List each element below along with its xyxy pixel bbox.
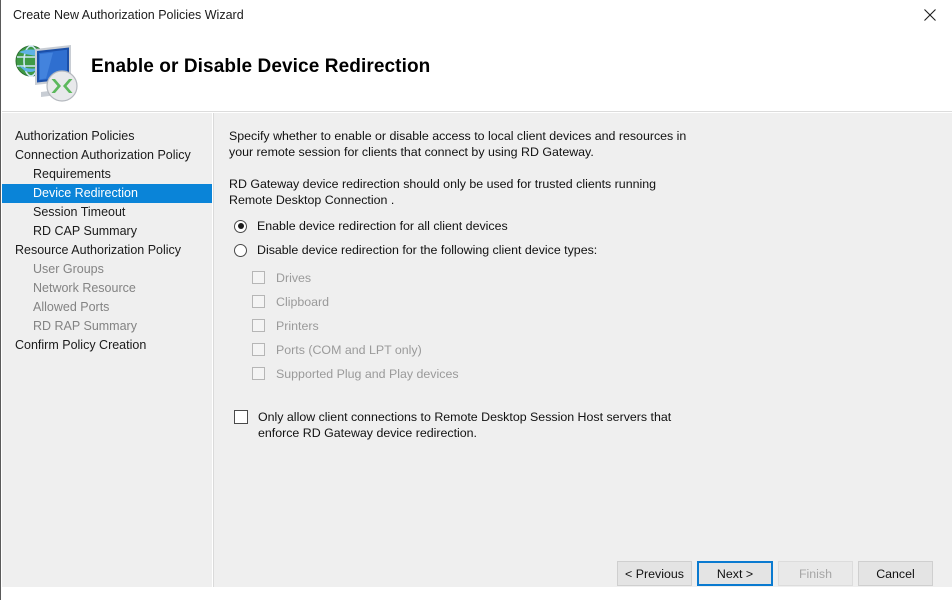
sidebar-item-label: Device Redirection — [2, 184, 213, 203]
sidebar-item-label: Allowed Ports — [2, 298, 213, 317]
sidebar-item-network-resource: Network Resource — [2, 279, 213, 298]
title-bar: Create New Authorization Policies Wizard — [1, 0, 952, 31]
checkbox-plug-and-play-box — [252, 367, 265, 380]
checkbox-plug-and-play-label: Supported Plug and Play devices — [276, 367, 459, 381]
close-button[interactable] — [907, 0, 952, 30]
sidebar-item-label: Confirm Policy Creation — [2, 336, 213, 355]
checkbox-ports: Ports (COM and LPT only) — [252, 341, 422, 358]
radio-disable-redirection[interactable]: Disable device redirection for the follo… — [234, 241, 597, 259]
radio-disable-indicator — [234, 244, 247, 257]
sidebar-item-device-redirection[interactable]: Device Redirection — [2, 184, 213, 203]
radio-enable-label: Enable device redirection for all client… — [257, 219, 508, 233]
sidebar-item-label: Session Timeout — [2, 203, 213, 222]
checkbox-clipboard-label: Clipboard — [276, 295, 329, 309]
wizard-window: Create New Authorization Policies Wizard — [0, 0, 952, 600]
sidebar-item-label: Authorization Policies — [2, 127, 213, 146]
checkbox-drives-box — [252, 271, 265, 284]
sidebar-item-user-groups: User Groups — [2, 260, 213, 279]
checkbox-plug-and-play: Supported Plug and Play devices — [252, 365, 459, 382]
sidebar-item-label: Resource Authorization Policy — [2, 241, 213, 260]
sidebar-item-requirements[interactable]: Requirements — [2, 165, 213, 184]
finish-button: Finish — [778, 561, 853, 586]
checkbox-clipboard-box — [252, 295, 265, 308]
wizard-steps-sidebar: Authorization Policies Connection Author… — [2, 113, 212, 587]
wizard-header: Enable or Disable Device Redirection — [2, 31, 952, 112]
sidebar-item-connection-authorization-policy[interactable]: Connection Authorization Policy — [2, 146, 213, 165]
checkbox-printers-label: Printers — [276, 319, 319, 333]
content-pane: Specify whether to enable or disable acc… — [214, 113, 952, 587]
window-title: Create New Authorization Policies Wizard — [13, 8, 244, 22]
radio-enable-redirection[interactable]: Enable device redirection for all client… — [234, 217, 508, 235]
footer-separator — [213, 587, 952, 588]
sidebar-item-resource-authorization-policy[interactable]: Resource Authorization Policy — [2, 241, 213, 260]
intro-paragraph-1: Specify whether to enable or disable acc… — [229, 128, 699, 160]
intro-paragraph-2: RD Gateway device redirection should onl… — [229, 176, 699, 208]
sidebar-item-authorization-policies[interactable]: Authorization Policies — [2, 127, 213, 146]
sidebar-item-label: Connection Authorization Policy — [2, 146, 213, 165]
checkbox-printers: Printers — [252, 317, 319, 334]
page-title: Enable or Disable Device Redirection — [91, 56, 430, 78]
sidebar-item-session-timeout[interactable]: Session Timeout — [2, 203, 213, 222]
checkbox-clipboard: Clipboard — [252, 293, 329, 310]
sidebar-item-label: User Groups — [2, 260, 213, 279]
body-area: Authorization Policies Connection Author… — [2, 113, 952, 587]
cancel-button[interactable]: Cancel — [858, 561, 933, 586]
checkbox-printers-box — [252, 319, 265, 332]
checkbox-ports-label: Ports (COM and LPT only) — [276, 343, 422, 357]
checkbox-enforce-redirection-box — [234, 410, 248, 424]
sidebar-item-rd-rap-summary: RD RAP Summary — [2, 317, 213, 336]
sidebar-item-rd-cap-summary[interactable]: RD CAP Summary — [2, 222, 213, 241]
sidebar-item-label: RD CAP Summary — [2, 222, 213, 241]
checkbox-enforce-redirection-label: Only allow client connections to Remote … — [258, 409, 690, 441]
close-icon — [923, 8, 937, 22]
checkbox-enforce-redirection[interactable]: Only allow client connections to Remote … — [234, 409, 694, 441]
radio-disable-label: Disable device redirection for the follo… — [257, 243, 597, 257]
sidebar-item-allowed-ports: Allowed Ports — [2, 298, 213, 317]
sidebar-item-label: Requirements — [2, 165, 213, 184]
next-button[interactable]: Next > — [697, 561, 773, 586]
sidebar-item-label: RD RAP Summary — [2, 317, 213, 336]
previous-button[interactable]: < Previous — [617, 561, 692, 586]
checkbox-drives-label: Drives — [276, 271, 311, 285]
radio-enable-indicator — [234, 220, 247, 233]
rd-gateway-globe-monitor-icon — [13, 37, 83, 105]
checkbox-ports-box — [252, 343, 265, 356]
checkbox-drives: Drives — [252, 269, 311, 286]
sidebar-item-label: Network Resource — [2, 279, 213, 298]
sidebar-item-confirm-policy-creation[interactable]: Confirm Policy Creation — [2, 336, 213, 355]
